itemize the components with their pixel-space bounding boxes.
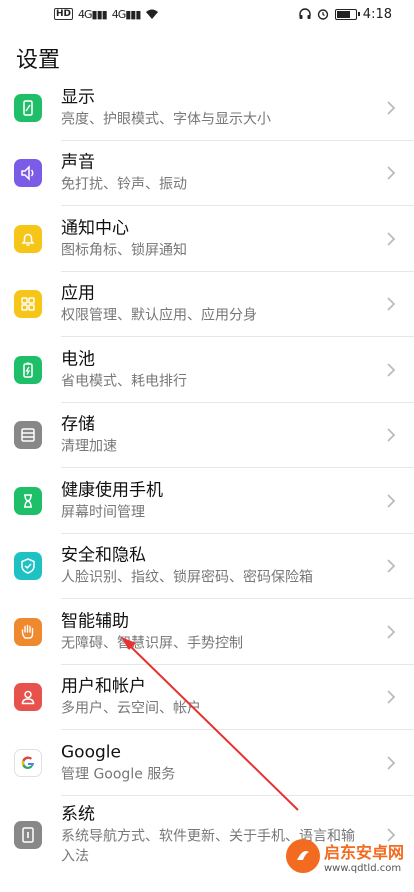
settings-item-label: 声音 [61,152,95,173]
settings-item-subtitle: 屏幕时间管理 [61,504,145,521]
settings-item-5[interactable]: 存储 清理加速 [0,403,414,468]
settings-item-subtitle: 多用户、云空间、帐户 [61,700,201,717]
speaker-icon [14,159,42,188]
settings-item-subtitle: 无障碍、智慧识屏、手势控制 [61,635,243,652]
settings-item-label: 智能辅助 [61,611,129,632]
hand-icon [14,617,42,646]
apps-icon [14,290,42,319]
settings-item-7[interactable]: 安全和隐私人脸识别、指纹、锁屏密码、密码保险箱 [0,534,414,599]
settings-item-label: 显示 [61,87,95,108]
watermark: 启东安卓网 www.qdtld.com [286,826,410,886]
status-bar: HD 4G▮▮▮ 4G▮▮▮ 4:18 [0,0,414,28]
chevron-right-icon [387,625,396,639]
settings-item-subtitle: 管理 Google 服务 [61,766,176,783]
wifi-icon [146,9,159,19]
settings-item-text: 存储 清理加速 [61,414,117,457]
settings-item-subtitle: 清理加速 [61,438,117,455]
shield-icon [14,552,42,581]
storage-icon [14,421,42,450]
google-icon [14,748,42,777]
battery-indicator [334,8,360,20]
settings-item-label: 安全和隐私 [61,545,146,566]
settings-item-text: 通知中心图标角标、锁屏通知 [61,217,187,260]
settings-item-8[interactable]: 智能辅助无障碍、智慧识屏、手势控制 [0,599,414,665]
user-icon [14,683,42,712]
settings-item-0[interactable]: 显示亮度、护眼模式、字体与显示大小 [0,75,414,141]
settings-item-text: 智能辅助无障碍、智慧识屏、手势控制 [61,610,243,653]
watermark-name: 启东安卓网 [324,842,405,862]
chevron-right-icon [387,494,396,508]
settings-item-label: 健康使用手机 [61,480,163,501]
settings-item-subtitle: 亮度、护眼模式、字体与显示大小 [61,111,271,128]
settings-item-subtitle: 免打扰、铃声、振动 [61,176,187,193]
battery-icon [14,355,42,384]
settings-item-subtitle: 省电模式、耗电排行 [61,373,187,390]
settings-item-label: 电池 [61,349,95,370]
settings-item-label: Google [61,742,121,763]
hd-badge: HD [54,8,74,20]
chevron-right-icon [387,559,396,573]
settings-item-text: 健康使用手机屏幕时间管理 [61,479,163,522]
chevron-right-icon [387,232,396,246]
settings-item-3[interactable]: 应用权限管理、默认应用、应用分身 [0,272,414,337]
settings-item-2[interactable]: 通知中心图标角标、锁屏通知 [0,206,414,272]
settings-item-label: 应用 [61,283,95,304]
status-left: HD 4G▮▮▮ 4G▮▮▮ [54,8,159,21]
settings-item-4[interactable]: 电池省电模式、耗电排行 [0,337,414,403]
settings-item-text: 应用权限管理、默认应用、应用分身 [61,283,257,326]
settings-item-subtitle: 图标角标、锁屏通知 [61,242,187,259]
chevron-right-icon [387,166,396,180]
chevron-right-icon [387,690,396,704]
chevron-right-icon [387,297,396,311]
display-icon [14,93,42,122]
settings-item-6[interactable]: 健康使用手机屏幕时间管理 [0,468,414,534]
settings-item-1[interactable]: 声音免打扰、铃声、振动 [0,141,414,206]
settings-item-subtitle: 人脸识别、指纹、锁屏密码、密码保险箱 [61,569,313,586]
settings-item-9[interactable]: 用户和帐户多用户、云空间、帐户 [0,665,414,730]
settings-item-text: 声音免打扰、铃声、振动 [61,152,187,195]
signal-1: 4G▮▮▮ [78,7,108,21]
system-icon [14,820,42,849]
page-title: 设置 [16,48,61,73]
settings-item-text: 安全和隐私人脸识别、指纹、锁屏密码、密码保险箱 [61,545,313,588]
headphones-icon [299,8,311,19]
settings-item-label: 系统 [61,804,95,824]
settings-item-text: 显示亮度、护眼模式、字体与显示大小 [61,86,271,129]
settings-item-text: Google 管理 Google 服务 [61,741,175,784]
signal-2: 4G▮▮▮ [111,7,142,21]
clock: 4:18 [362,6,392,22]
settings-item-label: 存储 [61,414,95,435]
hourglass-icon [14,486,42,515]
settings-item-text: 用户和帐户多用户、云空间、帐户 [61,676,201,719]
settings-item-subtitle: 权限管理、默认应用、应用分身 [61,307,257,324]
chevron-right-icon [387,101,396,115]
bell-icon [14,224,42,253]
settings-item-label: 用户和帐户 [61,676,146,697]
settings-item-text: 电池省电模式、耗电排行 [61,348,187,391]
watermark-url: www.qdtld.com [324,862,402,874]
status-right: 4:18 [299,7,392,22]
chevron-right-icon [387,428,396,442]
alarm-icon [317,9,328,20]
chevron-right-icon [387,363,396,377]
watermark-logo-icon [286,839,320,873]
settings-item-10[interactable]: Google 管理 Google 服务 [0,730,414,796]
chevron-right-icon [387,756,396,770]
settings-item-label: 通知中心 [61,218,129,239]
settings-list: 显示亮度、护眼模式、字体与显示大小声音免打扰、铃声、振动通知中心图标角标、锁屏通… [0,75,414,874]
